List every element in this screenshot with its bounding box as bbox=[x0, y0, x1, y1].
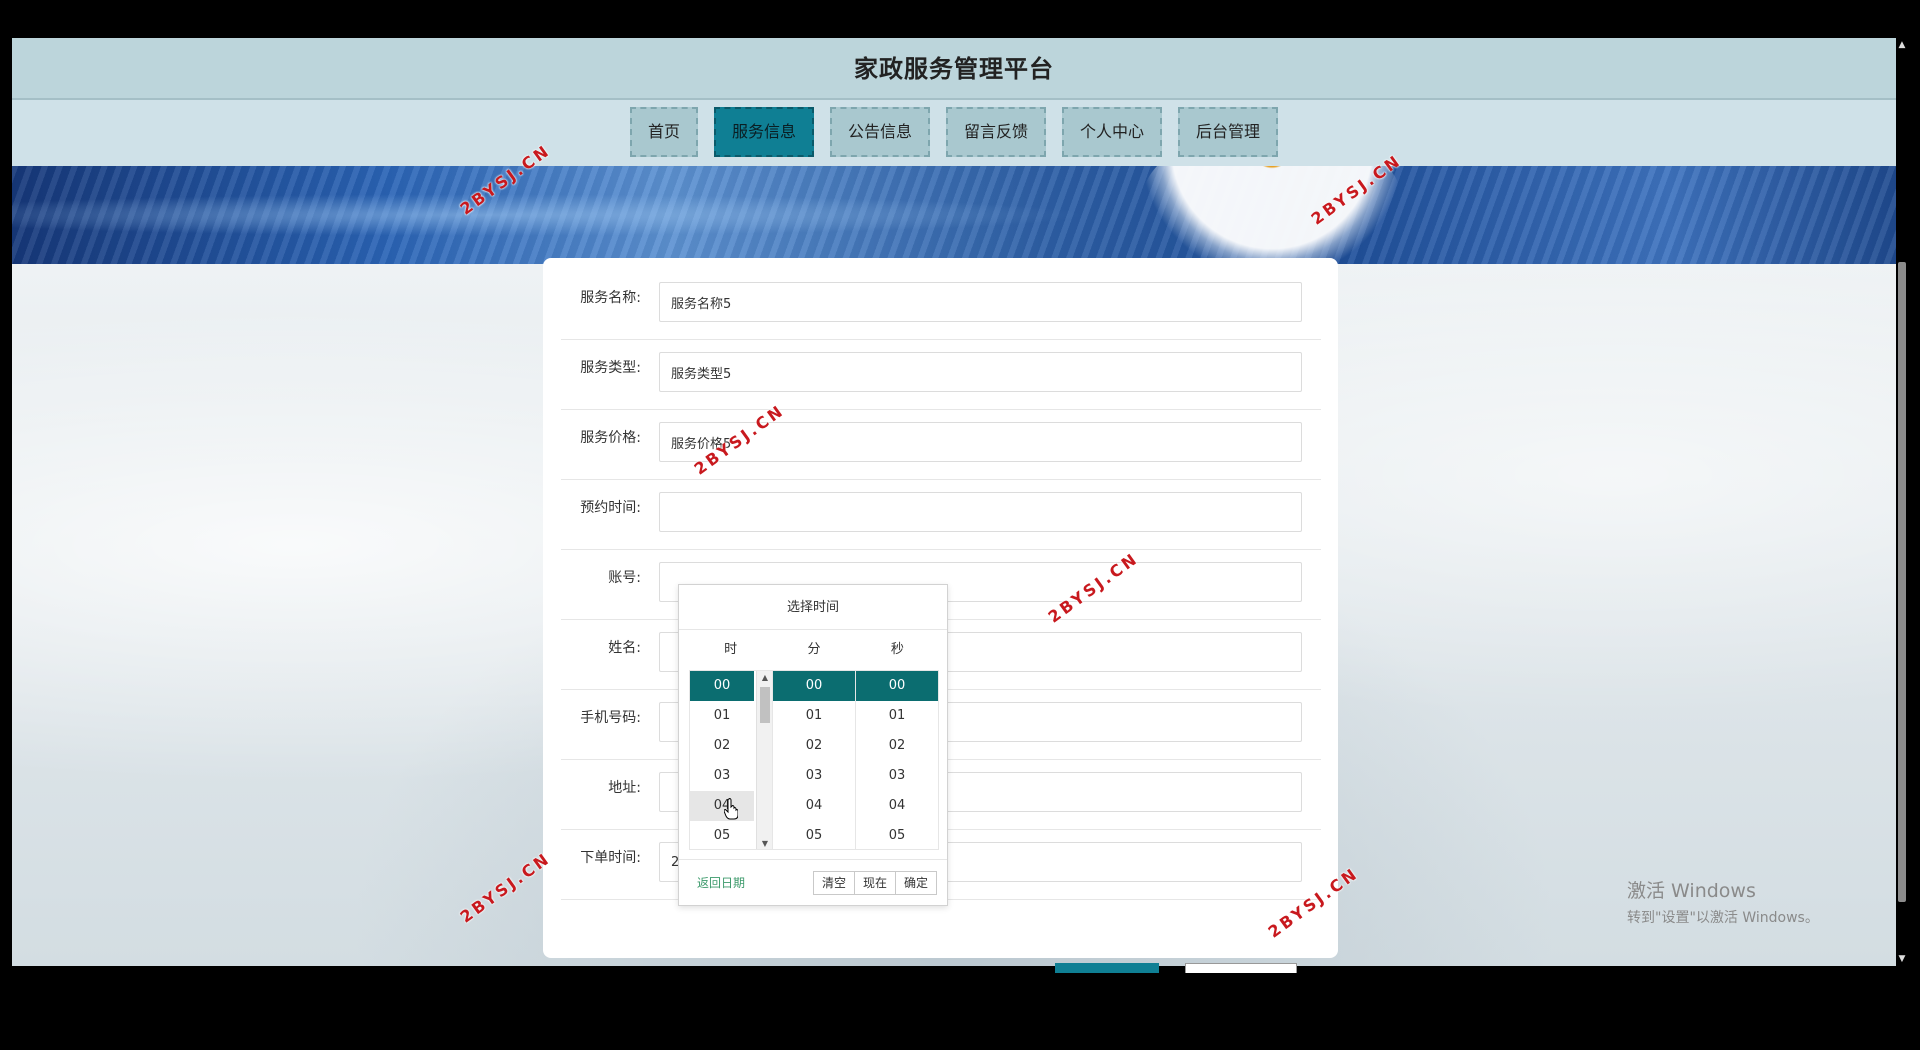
second-option[interactable]: 00 bbox=[856, 671, 938, 701]
field-label: 服务名称: bbox=[580, 290, 641, 306]
page-scrollbar[interactable]: ▲ ▼ bbox=[1896, 38, 1908, 966]
minute-option[interactable]: 02 bbox=[773, 731, 855, 761]
field-label: 服务价格: bbox=[580, 430, 641, 446]
minute-option[interactable]: 00 bbox=[773, 671, 855, 701]
nav-item-admin[interactable]: 后台管理 bbox=[1178, 107, 1279, 157]
scroll-down-arrow-icon[interactable]: ▼ bbox=[757, 837, 772, 849]
hour-option[interactable]: 03 bbox=[690, 761, 754, 791]
nav-item-service-info[interactable]: 服务信息 bbox=[713, 107, 814, 157]
nav-item-announcements[interactable]: 公告信息 bbox=[829, 107, 930, 157]
hour-option[interactable]: 04 bbox=[690, 791, 754, 821]
main-nav: 首页 服务信息 公告信息 留言反馈 个人中心 后台管理 bbox=[12, 100, 1896, 166]
field-label: 手机号码: bbox=[580, 710, 641, 726]
now-button[interactable]: 现在 bbox=[853, 871, 896, 895]
minute-option[interactable]: 04 bbox=[773, 791, 855, 821]
field-label: 姓名: bbox=[608, 640, 641, 656]
form-row-appointment-time: 预约时间: bbox=[561, 480, 1321, 550]
scroll-up-arrow-icon[interactable]: ▲ bbox=[757, 671, 772, 685]
site-header: 家政服务管理平台 bbox=[12, 38, 1896, 100]
page-scrollbar-thumb[interactable] bbox=[1898, 262, 1906, 902]
confirm-button[interactable]: 确定 bbox=[894, 871, 937, 895]
back-to-date-link[interactable]: 返回日期 bbox=[697, 860, 745, 906]
second-option[interactable]: 01 bbox=[856, 701, 938, 731]
field-label: 下单时间: bbox=[580, 850, 641, 866]
time-picker-columns: 00 01 02 03 04 05 ▲ ▼ 00 01 02 03 04 05 bbox=[689, 670, 939, 850]
time-picker-column-headers: 时 分 秒 bbox=[689, 630, 939, 670]
minute-option[interactable]: 03 bbox=[773, 761, 855, 791]
nav-item-home[interactable]: 首页 bbox=[629, 107, 698, 157]
service-name-input[interactable] bbox=[659, 282, 1302, 322]
second-option[interactable]: 05 bbox=[856, 821, 938, 849]
activation-title: 激活 Windows bbox=[1627, 880, 1756, 902]
hand-cursor-icon bbox=[724, 798, 738, 820]
submit-button[interactable] bbox=[1055, 963, 1159, 973]
hour-header: 时 bbox=[724, 642, 738, 657]
minute-list[interactable]: 00 01 02 03 04 05 bbox=[773, 671, 856, 849]
clear-button[interactable]: 清空 bbox=[812, 871, 855, 895]
form-row-service-name: 服务名称: bbox=[561, 270, 1321, 340]
second-option[interactable]: 02 bbox=[856, 731, 938, 761]
time-picker-title: 选择时间 bbox=[679, 585, 947, 630]
reset-button[interactable] bbox=[1185, 963, 1297, 973]
form-row-service-price: 服务价格: bbox=[561, 410, 1321, 480]
hour-scrollbar[interactable]: ▲ ▼ bbox=[756, 671, 772, 849]
field-label: 服务类型: bbox=[580, 360, 641, 376]
field-label: 预约时间: bbox=[580, 500, 641, 516]
hour-option[interactable]: 01 bbox=[690, 701, 754, 731]
second-option[interactable]: 04 bbox=[856, 791, 938, 821]
hour-option[interactable]: 05 bbox=[690, 821, 754, 849]
banner-image bbox=[12, 166, 1896, 264]
minute-option[interactable]: 01 bbox=[773, 701, 855, 731]
hour-option[interactable]: 02 bbox=[690, 731, 754, 761]
service-type-input[interactable] bbox=[659, 352, 1302, 392]
scroll-up-arrow-icon[interactable]: ▲ bbox=[1897, 40, 1907, 50]
time-picker-footer: 返回日期 清空 现在 确定 bbox=[679, 859, 947, 905]
minute-option[interactable]: 05 bbox=[773, 821, 855, 849]
second-header: 秒 bbox=[890, 642, 904, 657]
form-row-service-type: 服务类型: bbox=[561, 340, 1321, 410]
nav-item-personal-center[interactable]: 个人中心 bbox=[1062, 107, 1163, 157]
second-option[interactable]: 03 bbox=[856, 761, 938, 791]
minute-header: 分 bbox=[807, 642, 821, 657]
field-label: 地址: bbox=[608, 780, 641, 796]
nav-item-feedback[interactable]: 留言反馈 bbox=[946, 107, 1047, 157]
hour-option[interactable]: 00 bbox=[690, 671, 754, 701]
time-picker-actions: 清空 现在 确定 bbox=[812, 871, 937, 895]
scrollbar-thumb[interactable] bbox=[760, 687, 770, 723]
field-label: 账号: bbox=[608, 570, 641, 586]
hour-list[interactable]: 00 01 02 03 04 05 ▲ ▼ bbox=[690, 671, 773, 849]
windows-activation-notice: 激活 Windows 转到"设置"以激活 Windows。 bbox=[1627, 876, 1819, 927]
second-list[interactable]: 00 01 02 03 04 05 bbox=[856, 671, 938, 849]
appointment-time-input[interactable] bbox=[659, 492, 1302, 532]
scroll-down-arrow-icon[interactable]: ▼ bbox=[1897, 954, 1907, 964]
activation-subtitle: 转到"设置"以激活 Windows。 bbox=[1627, 910, 1819, 926]
time-picker: 选择时间 时 分 秒 00 01 02 03 04 05 ▲ ▼ 00 01 0… bbox=[678, 584, 948, 906]
site-title: 家政服务管理平台 bbox=[854, 55, 1054, 83]
